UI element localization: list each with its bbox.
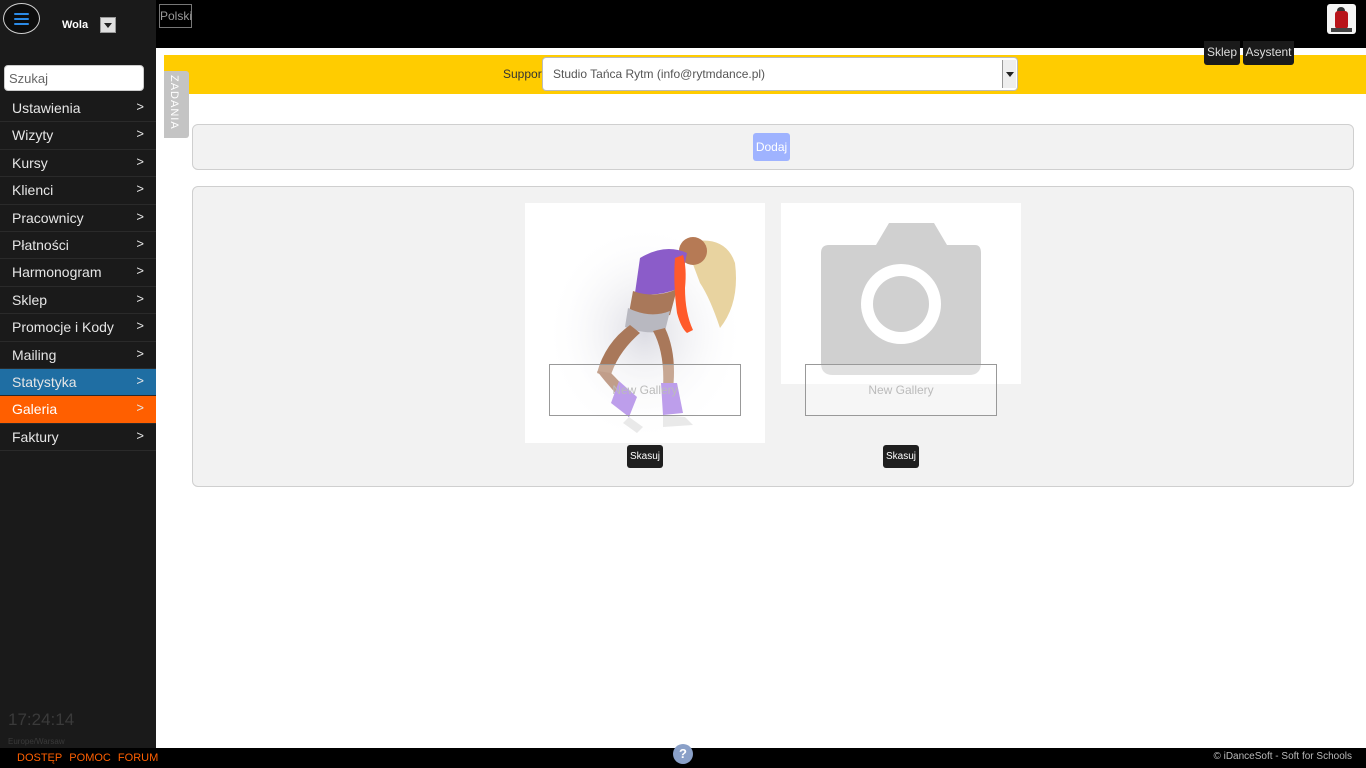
gallery-panel <box>192 186 1354 487</box>
sidebar-item-label: Ustawienia <box>12 100 81 116</box>
chevron-right-icon: > <box>136 99 144 114</box>
sidebar-item-platnosci[interactable]: Płatności > <box>0 232 156 260</box>
sidebar-item-klienci[interactable]: Klienci > <box>0 177 156 205</box>
zadania-tab[interactable]: ZADANIA <box>164 71 189 138</box>
support-label: Support <box>503 67 546 81</box>
branch-dropdown-button[interactable] <box>100 17 116 33</box>
asystent-button[interactable]: Asystent <box>1243 41 1294 65</box>
sidebar: Wola Ustawienia > Wizyty > Kursy > Klienci >… <box>0 0 156 748</box>
sidebar-item-label: Promocje i Kody <box>12 319 114 336</box>
sidebar-item-harmonogram[interactable]: Harmonogram > <box>0 259 156 287</box>
copyright: © iDanceSoft - Soft for Schools <box>1213 751 1352 762</box>
chevron-right-icon: > <box>136 372 144 388</box>
chevron-right-icon: > <box>136 345 144 361</box>
footer-link-pomoc[interactable]: POMOC <box>69 752 111 764</box>
zadania-label: ZADANIA <box>168 75 180 130</box>
sidebar-item-label: Wizyty <box>12 127 54 144</box>
sidebar-item-label: Galeria <box>12 401 58 418</box>
sidebar-nav: Ustawienia > Wizyty > Kursy > Klienci > Prac… <box>0 95 156 452</box>
sidebar-item-label: Sklep <box>12 291 48 308</box>
timezone: Europe/Warsaw <box>8 737 65 746</box>
top-bar: Polski <box>156 0 1366 48</box>
chevron-right-icon: > <box>136 427 144 443</box>
sidebar-item-label: Klienci <box>12 182 54 199</box>
support-selected-value: Studio Tańca Rytm (info@rytmdance.pl) <box>553 67 766 81</box>
sidebar-item-label: Kursy <box>12 154 48 171</box>
gallery-title[interactable]: New Gallery <box>805 364 997 416</box>
sidebar-item-galeria[interactable]: Galeria > <box>0 396 156 424</box>
sidebar-item-label: Mailing <box>12 346 57 363</box>
camera-placeholder-icon <box>821 223 981 375</box>
branch-name: Wola <box>62 19 89 31</box>
add-gallery-button[interactable]: Dodaj <box>753 133 790 161</box>
avatar-base <box>1331 28 1352 32</box>
sidebar-item-sklep[interactable]: Sklep > <box>0 287 156 315</box>
hamburger-menu-icon[interactable] <box>3 3 40 34</box>
chevron-right-icon: > <box>136 126 144 142</box>
sidebar-item-mailing[interactable]: Mailing > <box>0 342 156 369</box>
sidebar-item-promocje[interactable]: Promocje i Kody > <box>0 314 156 342</box>
language-selector[interactable]: Polski <box>159 4 192 28</box>
sidebar-item-faktury[interactable]: Faktury > <box>0 424 156 452</box>
sidebar-item-kursy[interactable]: Kursy > <box>0 150 156 178</box>
gallery-title[interactable]: New Gallery <box>549 364 741 416</box>
chevron-right-icon: > <box>136 181 144 197</box>
chevron-right-icon: > <box>136 400 144 416</box>
support-select[interactable]: Studio Tańca Rytm (info@rytmdance.pl) <box>542 57 1018 91</box>
sidebar-item-wizyty[interactable]: Wizyty > <box>0 122 156 150</box>
chevron-right-icon: > <box>136 153 144 169</box>
chevron-right-icon: > <box>136 263 144 279</box>
sidebar-item-statystyka[interactable]: Statystyka > <box>0 368 156 397</box>
sidebar-item-label: Harmonogram <box>12 264 102 281</box>
chevron-right-icon: > <box>136 235 144 251</box>
delete-gallery-button[interactable]: Skasuj <box>627 445 663 468</box>
sklep-button[interactable]: Sklep <box>1204 41 1240 65</box>
footer-link-dostep[interactable]: DOSTĘP <box>17 752 62 764</box>
footer-links: DOSTĘP POMOC FORUM <box>17 752 162 764</box>
delete-gallery-button[interactable]: Skasuj <box>883 445 919 468</box>
chevron-right-icon: > <box>136 208 144 224</box>
sidebar-item-ustawienia[interactable]: Ustawienia > <box>0 95 156 123</box>
sidebar-item-label: Statystyka <box>12 373 77 390</box>
chevron-right-icon: > <box>136 290 144 306</box>
user-avatar[interactable] <box>1327 4 1356 34</box>
chevron-down-icon <box>104 22 112 28</box>
sidebar-item-label: Pracownicy <box>12 209 84 226</box>
chevron-down-icon <box>1005 71 1014 77</box>
search-input[interactable] <box>4 65 144 91</box>
sidebar-item-label: Faktury <box>12 428 59 445</box>
sidebar-item-pracownicy[interactable]: Pracownicy > <box>0 205 156 232</box>
chevron-right-icon: > <box>136 318 144 334</box>
gallery-thumbnail[interactable] <box>781 203 1021 384</box>
footer-link-forum[interactable]: FORUM <box>118 752 158 764</box>
clock: 17:24:14 <box>8 710 75 729</box>
support-dropdown-button[interactable] <box>1002 60 1016 88</box>
help-icon[interactable]: ? <box>673 744 693 764</box>
sidebar-item-label: Płatności <box>12 236 69 253</box>
avatar-body <box>1335 11 1348 29</box>
